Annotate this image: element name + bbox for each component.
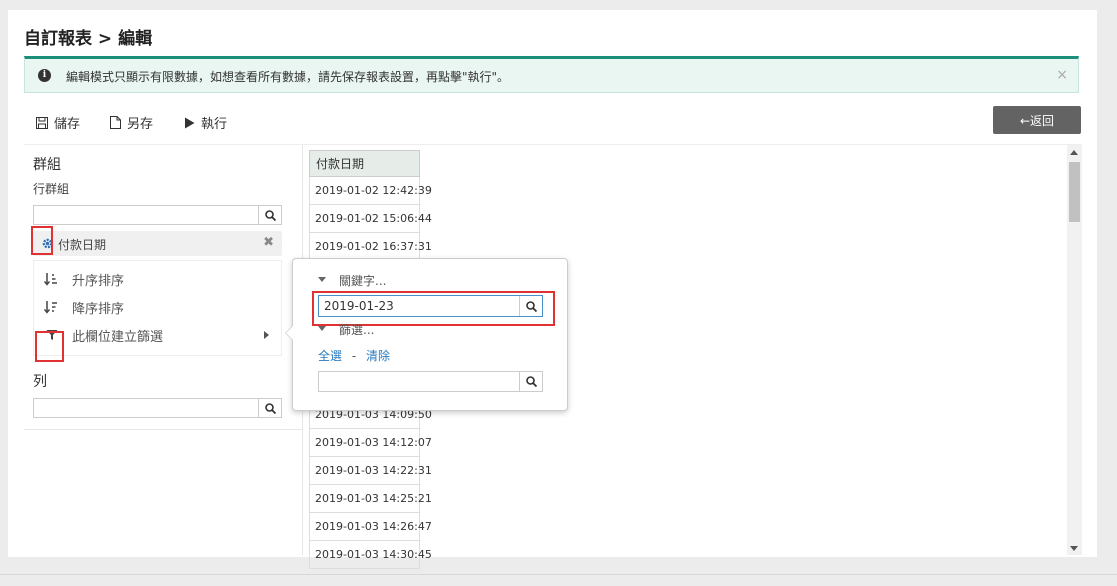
run-button[interactable]: 執行 (184, 113, 227, 132)
page-title: 自訂報表 > 編輯 (24, 29, 153, 49)
search-icon[interactable] (519, 296, 542, 316)
play-icon (185, 117, 195, 128)
group-title: 群組 (33, 157, 61, 173)
row-group-search-input[interactable] (33, 205, 282, 225)
table-row: 2019-01-03 14:25:21 (309, 485, 432, 513)
sort-asc-menu-item[interactable]: 升序排序 (34, 266, 281, 292)
vertical-scrollbar[interactable] (1067, 145, 1082, 555)
info-alert: i 編輯模式只顯示有限數據，如想查看所有數據，請先保存報表設置，再點擊"執行"。… (24, 56, 1079, 93)
back-button[interactable]: ←返回 (993, 106, 1081, 134)
column-header[interactable]: 付款日期 (309, 150, 420, 177)
table-row: 2019-01-02 15:06:44 (309, 205, 432, 233)
filter-search-input[interactable] (318, 371, 543, 392)
info-icon: i (38, 69, 51, 82)
select-links: 全選 - 清除 (318, 347, 390, 364)
search-icon[interactable] (258, 399, 281, 417)
keyword-input[interactable]: 2019-01-23 (318, 295, 543, 317)
filter-icon (46, 330, 58, 340)
group-chip[interactable]: 付款日期 ✖ (33, 231, 282, 256)
sort-asc-icon (44, 273, 57, 286)
save-label: 儲存 (54, 117, 81, 132)
chip-label: 付款日期 (58, 238, 107, 252)
keyword-label[interactable]: 關鍵字... (339, 272, 386, 289)
divider (0, 574, 1117, 575)
filter-label[interactable]: 篩選... (339, 321, 374, 338)
left-panel: 群組 行群組 付款日期 ✖ 升序排序 降序排序 此欄位建立篩選 列 (24, 145, 303, 555)
create-filter-label: 此欄位建立篩選 (72, 329, 164, 345)
column-search-input[interactable] (33, 398, 282, 418)
popup-arrow (285, 325, 293, 341)
scroll-down-icon[interactable] (1070, 546, 1078, 551)
gear-icon[interactable] (42, 238, 53, 249)
floppy-disk-icon (36, 116, 48, 129)
table-row: 2019-01-03 14:30:45 (309, 541, 432, 569)
create-filter-menu-item[interactable]: 此欄位建立篩選 (34, 322, 281, 348)
link-separator: - (351, 349, 357, 363)
save-as-label: 另存 (127, 117, 154, 132)
caret-down-icon[interactable] (318, 277, 326, 282)
select-all-link[interactable]: 全選 (318, 349, 342, 363)
row-group-label: 行群組 (33, 182, 70, 196)
alert-message: 編輯模式只顯示有限數據，如想查看所有數據，請先保存報表設置，再點擊"執行"。 (66, 70, 510, 84)
field-menu: 升序排序 降序排序 此欄位建立篩選 (33, 260, 282, 356)
caret-down-icon[interactable] (318, 326, 326, 331)
chevron-right-icon (264, 331, 269, 339)
sort-desc-icon (44, 301, 57, 314)
table-row: 2019-01-03 14:26:47 (309, 513, 432, 541)
save-button[interactable]: 儲存 (36, 113, 80, 132)
table-row: 2019-01-02 16:37:31 (309, 233, 432, 261)
scroll-thumb[interactable] (1069, 162, 1080, 222)
run-label: 執行 (201, 117, 228, 132)
remove-icon[interactable]: ✖ (263, 235, 274, 250)
column-label: 列 (33, 374, 47, 390)
sort-asc-label: 升序排序 (72, 273, 125, 289)
report-panel: 自訂報表 > 編輯 i 編輯模式只顯示有限數據，如想查看所有數據，請先保存報表設… (8, 10, 1097, 569)
search-icon[interactable] (519, 372, 542, 391)
divider (24, 429, 302, 430)
keyword-value: 2019-01-23 (324, 299, 394, 313)
table-row: 2019-01-03 14:12:07 (309, 429, 432, 457)
scroll-up-icon[interactable] (1070, 150, 1078, 155)
filter-popup: 關鍵字... 2019-01-23 篩選... 全選 - 清除 (285, 258, 568, 411)
table-row: 2019-01-02 12:42:39 (309, 177, 432, 205)
sort-desc-label: 降序排序 (72, 301, 125, 317)
sort-desc-menu-item[interactable]: 降序排序 (34, 294, 281, 320)
clear-link[interactable]: 清除 (366, 349, 390, 363)
save-as-button[interactable]: 另存 (110, 113, 153, 132)
close-icon[interactable]: × (1056, 67, 1068, 83)
file-icon (110, 116, 121, 129)
table-row: 2019-01-03 14:22:31 (309, 457, 432, 485)
search-icon[interactable] (258, 206, 281, 224)
